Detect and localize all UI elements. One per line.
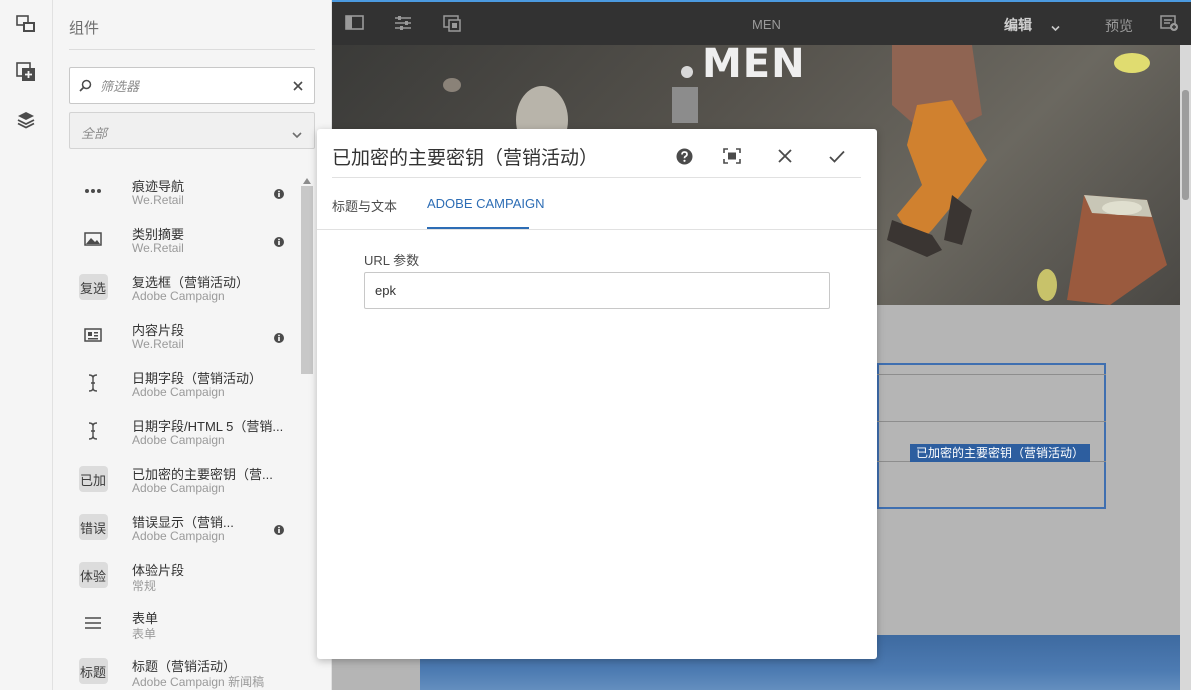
image-icon	[77, 226, 109, 252]
text-cursor-icon	[77, 418, 109, 444]
component-group: We.Retail	[132, 241, 184, 255]
list-item[interactable]: 内容片段 We.Retail	[69, 312, 299, 360]
content-fragment-icon	[77, 322, 109, 348]
group-select[interactable]: 全部	[69, 112, 315, 149]
editor-toolbar: MEN 编辑 预览	[332, 0, 1191, 45]
clear-icon[interactable]	[292, 79, 304, 97]
list-item[interactable]: 体验 体验片段 常规	[69, 552, 299, 600]
list-item[interactable]: 标题 标题（营销活动） Adobe Campaign 新闻稿	[69, 648, 299, 690]
components-panel: 组件 全部 痕迹导航 We.Retail 类别摘要 We.Retail	[53, 0, 332, 690]
tab-title-and-text[interactable]: 标题与文本	[332, 196, 397, 215]
components-icon[interactable]	[14, 60, 38, 84]
chevron-down-icon	[292, 126, 302, 144]
component-badge: 错误	[77, 514, 109, 540]
info-icon[interactable]	[274, 330, 284, 348]
component-badge: 复选	[77, 274, 109, 300]
info-icon[interactable]	[274, 522, 284, 540]
page-properties-icon[interactable]	[394, 15, 412, 36]
component-badge: 已加	[77, 466, 109, 492]
assets-icon[interactable]	[14, 12, 38, 36]
info-icon[interactable]	[274, 186, 284, 204]
selected-component-label[interactable]: 已加密的主要密钥（营销活动）	[910, 444, 1091, 462]
search-icon	[79, 79, 92, 97]
list-item[interactable]: 表单 表单	[69, 600, 299, 648]
canvas-scrollbar-thumb[interactable]	[1182, 90, 1189, 200]
component-list: 痕迹导航 We.Retail 类别摘要 We.Retail 复选 复选框（营销活…	[69, 168, 315, 690]
list-item[interactable]: 复选 复选框（营销活动） Adobe Campaign	[69, 264, 299, 312]
fullscreen-icon[interactable]	[721, 145, 743, 167]
url-parameter-label: URL 参数	[364, 253, 420, 268]
list-item[interactable]: 日期字段/HTML 5（营销... Adobe Campaign	[69, 408, 299, 456]
content-tree-icon[interactable]	[14, 108, 38, 132]
component-group: Adobe Campaign 新闻稿	[132, 675, 265, 689]
component-group: Adobe Campaign	[132, 433, 225, 447]
help-icon[interactable]	[673, 145, 695, 167]
component-group: Adobe Campaign	[132, 529, 225, 543]
component-group: Adobe Campaign	[132, 481, 225, 495]
filter-input[interactable]	[100, 76, 280, 96]
component-badge: 体验	[77, 562, 109, 588]
component-group: Adobe Campaign	[132, 385, 225, 399]
more-dots-icon	[77, 178, 109, 204]
annotations-icon[interactable]	[1160, 15, 1179, 37]
component-group: 常规	[132, 579, 157, 593]
divider	[69, 49, 315, 50]
mode-selector[interactable]: 编辑	[1004, 15, 1032, 35]
component-badge: 标题	[77, 658, 109, 684]
component-group: We.Retail	[132, 337, 184, 351]
page-title: MEN	[752, 17, 781, 32]
panel-title: 组件	[69, 20, 100, 37]
dialog-title: 已加密的主要密钥（营销活动）	[332, 148, 599, 169]
list-item[interactable]: 错误 错误显示（营销... Adobe Campaign	[69, 504, 299, 552]
left-rail	[0, 0, 53, 690]
divider	[332, 177, 861, 178]
group-select-value: 全部	[81, 126, 108, 141]
list-item[interactable]: 已加 已加密的主要密钥（营... Adobe Campaign	[69, 456, 299, 504]
component-divider	[877, 421, 1106, 422]
component-dialog: 已加密的主要密钥（营销活动） 标题与文本 ADOBE CAMPAIGN URL …	[317, 129, 877, 659]
list-item[interactable]: 痕迹导航 We.Retail	[69, 168, 299, 216]
side-panel-toggle-icon[interactable]	[345, 15, 364, 35]
emulator-icon[interactable]	[443, 15, 461, 37]
divider	[317, 229, 877, 230]
close-icon[interactable]	[774, 145, 796, 167]
component-divider	[877, 374, 1106, 375]
list-item[interactable]: 类别摘要 We.Retail	[69, 216, 299, 264]
done-icon[interactable]	[826, 145, 848, 167]
info-icon[interactable]	[274, 234, 284, 252]
filter-box	[69, 67, 315, 104]
text-cursor-icon	[77, 370, 109, 396]
selected-component-frame[interactable]	[877, 363, 1106, 509]
chevron-down-icon[interactable]	[1051, 19, 1060, 37]
url-parameter-input[interactable]	[364, 272, 830, 309]
list-scrollbar-thumb[interactable]	[301, 186, 313, 374]
form-icon	[77, 610, 109, 636]
component-group: Adobe Campaign	[132, 289, 225, 303]
hero-title: MEN	[702, 45, 806, 87]
component-group: 表单	[132, 627, 157, 641]
list-item[interactable]: 日期字段（营销活动） Adobe Campaign	[69, 360, 299, 408]
preview-button[interactable]: 预览	[1105, 16, 1133, 36]
tab-adobe-campaign[interactable]: ADOBE CAMPAIGN	[427, 196, 545, 211]
component-group: We.Retail	[132, 193, 184, 207]
